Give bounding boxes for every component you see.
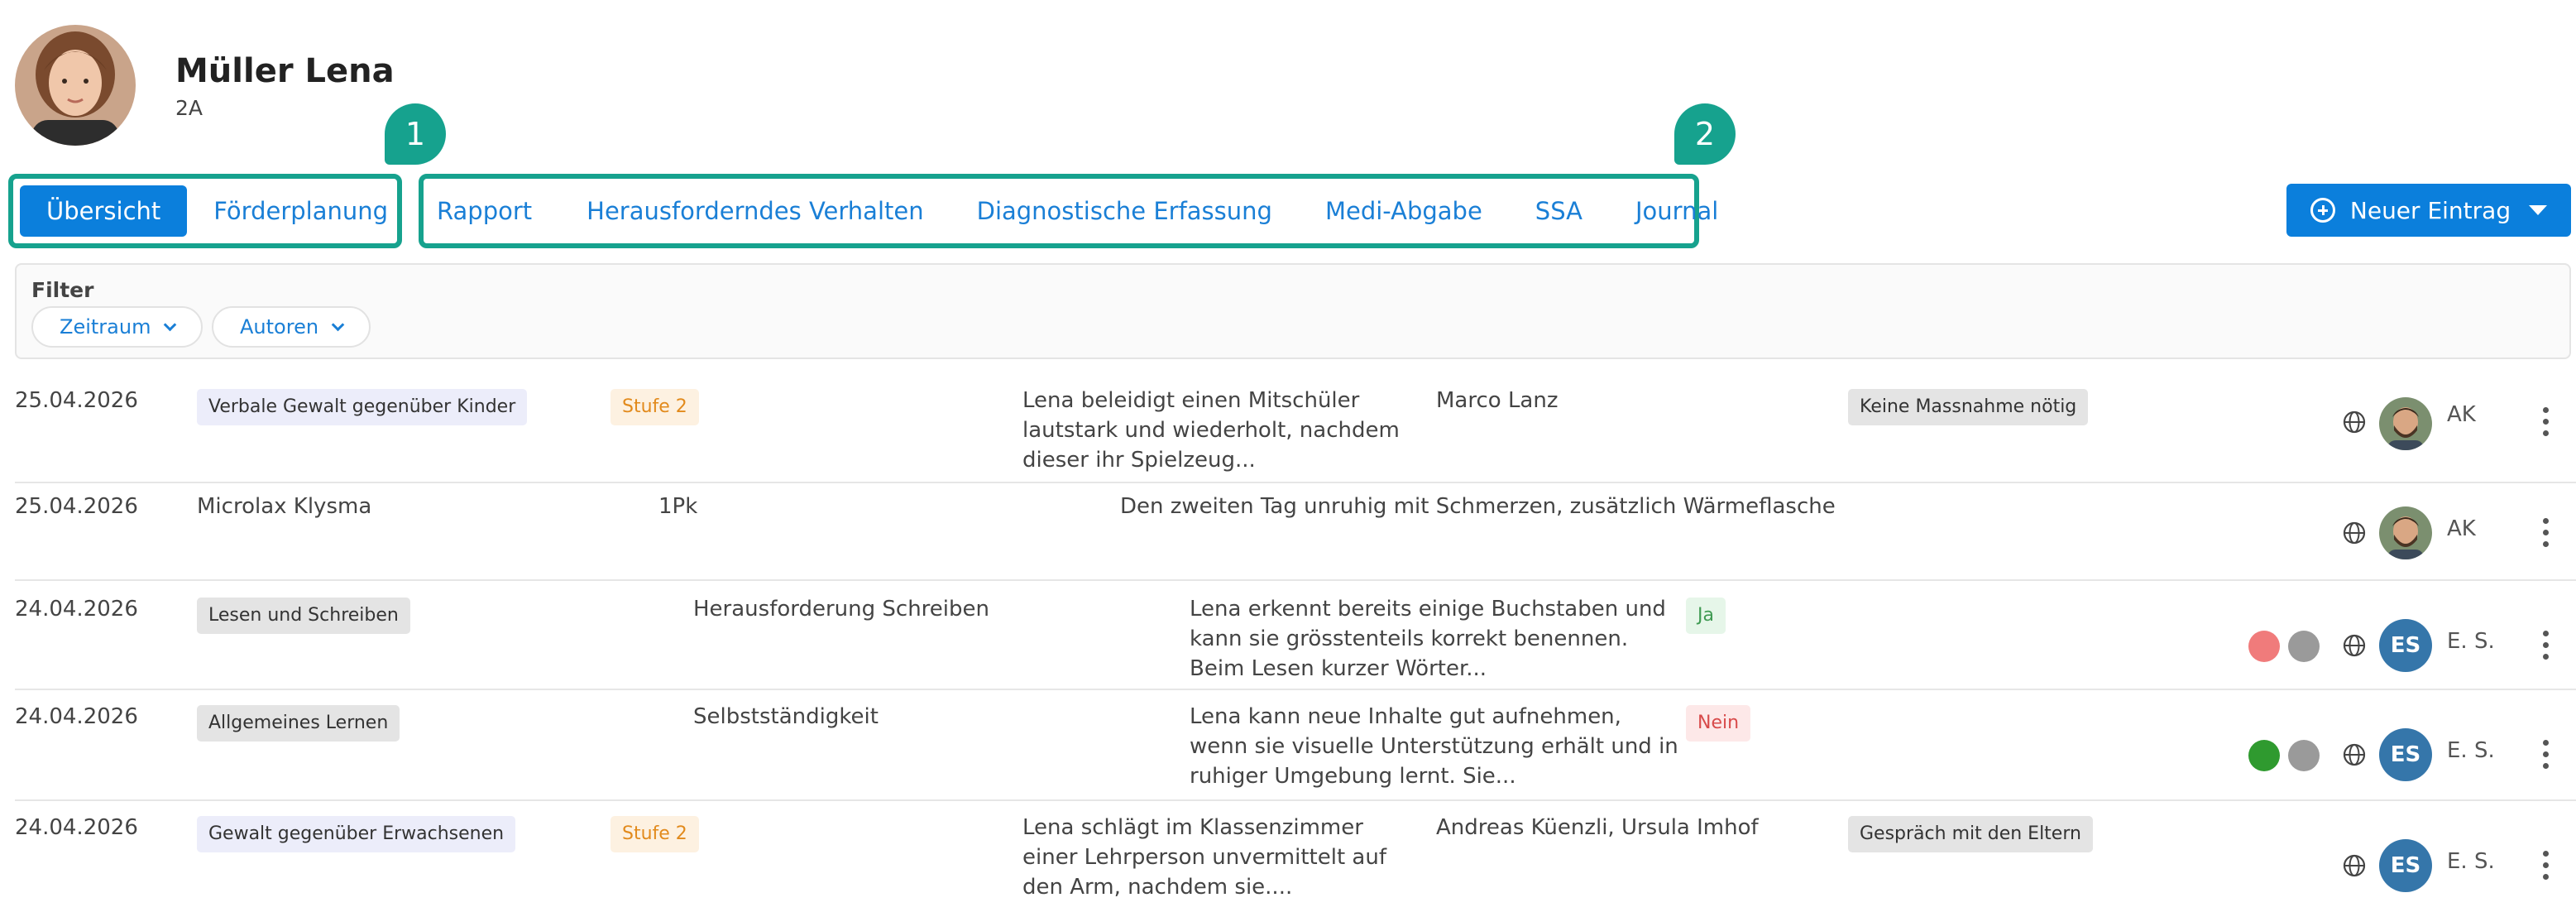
more-options-icon[interactable] [2543, 631, 2550, 665]
author-name: AK [2447, 516, 2476, 541]
table-row[interactable]: 24.04.2026 Allgemeines Lernen Selbststän… [15, 690, 2576, 801]
caret-down-icon [2529, 205, 2548, 215]
tab-journal[interactable]: Journal [1609, 185, 1725, 237]
callout-marker-2: 2 [1674, 103, 1736, 165]
tab-uebersicht[interactable]: Übersicht [20, 185, 188, 237]
more-options-icon[interactable] [2543, 407, 2550, 442]
more-options-icon[interactable] [2543, 518, 2550, 553]
author-name: E. S. [2447, 849, 2495, 874]
entry-date: 24.04.2026 [15, 597, 138, 622]
author-avatar: ES [2379, 619, 2432, 672]
student-header: Müller Lena 2A [15, 25, 395, 146]
student-avatar [15, 25, 136, 146]
globe-icon [2343, 743, 2366, 766]
category-tag: Lesen und Schreiben [197, 598, 410, 634]
filter-chip-autoren[interactable]: Autoren [212, 306, 371, 348]
category-tag: Gewalt gegenüber Erwachsenen [197, 816, 516, 852]
student-class: 2A [175, 95, 203, 120]
author-avatar [2379, 397, 2432, 450]
callout-marker-1: 1 [385, 103, 446, 165]
globe-icon [2343, 634, 2366, 657]
author-name: E. S. [2447, 738, 2495, 763]
status-dot-green [2248, 740, 2280, 771]
new-entry-button[interactable]: Neuer Eintrag [2286, 184, 2571, 237]
tab-foerderplanung[interactable]: Förderplanung [187, 185, 414, 237]
filter-label: Filter [31, 278, 94, 302]
globe-icon [2343, 521, 2366, 545]
entry-description: Lena kann neue Inhalte gut aufnehmen, we… [1190, 704, 1678, 789]
level-tag: Stufe 2 [610, 389, 699, 425]
new-entry-label: Neuer Eintrag [2349, 196, 2511, 224]
chip-label: Autoren [240, 315, 319, 338]
tab-group-modules: Rapport Herausforderndes Verhalten Diagn… [419, 174, 1718, 248]
entry-date: 25.04.2026 [15, 388, 138, 413]
involved-persons: Andreas Küenzli, Ursula Imhof [1436, 815, 1759, 840]
author-name: E. S. [2447, 629, 2495, 654]
filter-panel: Filter Zeitraum Autoren [15, 263, 2571, 359]
more-options-icon[interactable] [2543, 851, 2550, 886]
entry-date: 24.04.2026 [15, 704, 138, 729]
tab-group-primary: Übersicht Förderplanung [8, 174, 402, 248]
status-dot-gray [2288, 631, 2320, 662]
status-dot-gray [2288, 740, 2320, 771]
tab-medi-abgabe[interactable]: Medi-Abgabe [1299, 185, 1509, 237]
entry-description: Lena erkennt bereits einige Buchstaben u… [1190, 597, 1666, 681]
plus-circle-icon [2310, 198, 2335, 223]
author-avatar: ES [2379, 839, 2432, 892]
author-avatar: ES [2379, 728, 2432, 781]
table-row[interactable]: 25.04.2026 Verbale Gewalt gegenüber Kind… [15, 382, 2576, 483]
entry-date: 25.04.2026 [15, 494, 138, 519]
student-name: Müller Lena [175, 51, 395, 90]
author-avatar [2379, 506, 2432, 559]
chip-label: Zeitraum [60, 315, 151, 338]
globe-icon [2343, 854, 2366, 877]
medication-name: Microlax Klysma [197, 494, 372, 519]
involved-persons: Marco Lanz [1436, 388, 1559, 413]
action-tag: Gespräch mit den Eltern [1848, 816, 2093, 852]
table-row[interactable]: 24.04.2026 Lesen und Schreiben Herausfor… [15, 581, 2576, 690]
category-tag: Allgemeines Lernen [197, 705, 400, 742]
entry-date: 24.04.2026 [15, 815, 138, 840]
action-tag: Keine Massnahme nötig [1848, 389, 2089, 425]
status-dot-red [2248, 631, 2280, 662]
entry-topic: Herausforderung Schreiben [693, 597, 989, 622]
category-tag: Verbale Gewalt gegenüber Kinder [197, 389, 528, 425]
medication-note: Den zweiten Tag unruhig mit Schmerzen, z… [1120, 494, 1836, 519]
status-badge: Ja [1686, 598, 1726, 634]
entry-description: Lena beleidigt einen Mitschüler lautstar… [1022, 388, 1400, 473]
table-row[interactable]: 24.04.2026 Gewalt gegenüber Erwachsenen … [15, 801, 2576, 912]
chevron-down-icon [331, 318, 345, 331]
status-badge: Nein [1686, 705, 1751, 742]
tab-herausforderndes-verhalten[interactable]: Herausforderndes Verhalten [560, 185, 950, 237]
table-row[interactable]: 25.04.2026 Microlax Klysma 1Pk Den zweit… [15, 483, 2576, 581]
medication-dose: 1Pk [658, 494, 698, 519]
tab-diagnostische-erfassung[interactable]: Diagnostische Erfassung [950, 185, 1299, 237]
level-tag: Stufe 2 [610, 816, 699, 852]
tab-rapport[interactable]: Rapport [424, 185, 560, 237]
tab-ssa[interactable]: SSA [1509, 185, 1609, 237]
entry-description: Lena schlägt im Klassenzimmer einer Lehr… [1022, 815, 1386, 900]
author-name: AK [2447, 402, 2476, 427]
more-options-icon[interactable] [2543, 740, 2550, 775]
filter-chip-zeitraum[interactable]: Zeitraum [31, 306, 203, 348]
globe-icon [2343, 410, 2366, 434]
chevron-down-icon [164, 318, 177, 331]
entry-topic: Selbstständigkeit [693, 704, 879, 729]
